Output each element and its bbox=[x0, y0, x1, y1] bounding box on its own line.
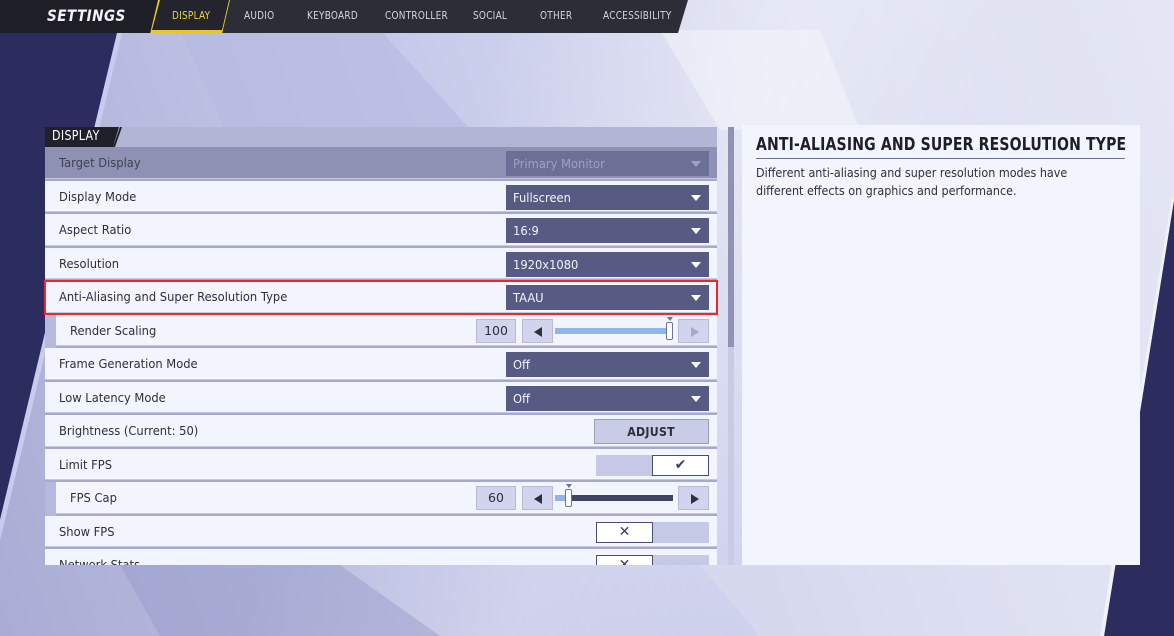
slider-fill bbox=[555, 327, 673, 334]
chevron-down-icon bbox=[691, 161, 701, 167]
render-scaling-decrease-button[interactable] bbox=[522, 318, 553, 343]
setting-label: Display Mode bbox=[59, 188, 137, 204]
tab-keyboard[interactable]: KEYBOARD bbox=[307, 0, 358, 33]
setting-row-display-mode: Display Mode Fullscreen bbox=[45, 180, 717, 212]
arrow-left-icon bbox=[534, 494, 542, 504]
setting-row-limit-fps: Limit FPS ✔ bbox=[45, 448, 717, 480]
setting-label: Aspect Ratio bbox=[59, 222, 132, 237]
show-fps-toggle[interactable]: ✕ bbox=[596, 521, 709, 543]
dropdown-value: Fullscreen bbox=[513, 189, 571, 205]
tab-accessibility[interactable]: ACCESSIBILITY bbox=[603, 0, 672, 33]
dropdown-value: Primary Monitor bbox=[513, 156, 605, 171]
setting-label: Show FPS bbox=[59, 523, 115, 539]
setting-row-low-latency: Low Latency Mode Off bbox=[45, 381, 717, 413]
setting-row-fps-cap: FPS Cap 60 bbox=[56, 482, 717, 514]
arrow-right-icon bbox=[691, 494, 699, 504]
frame-generation-dropdown[interactable]: Off bbox=[506, 352, 709, 377]
target-display-dropdown[interactable]: Primary Monitor bbox=[506, 151, 709, 176]
setting-label: Render Scaling bbox=[70, 322, 157, 338]
fps-cap-value: 60 bbox=[476, 486, 516, 510]
fps-cap-decrease-button[interactable] bbox=[522, 486, 553, 510]
setting-row-target-display: Target Display Primary Monitor bbox=[45, 147, 717, 179]
limit-fps-toggle[interactable]: ✔ bbox=[596, 454, 709, 476]
chevron-down-icon bbox=[691, 261, 701, 268]
setting-row-show-fps: Show FPS ✕ bbox=[45, 515, 717, 547]
slider-handle[interactable] bbox=[666, 316, 673, 340]
chevron-down-icon bbox=[691, 362, 701, 368]
description-panel: ANTI-ALIASING AND SUPER RESOLUTION TYPE … bbox=[742, 125, 1140, 565]
dropdown-value: 1920x1080 bbox=[513, 256, 579, 272]
render-scaling-value: 100 bbox=[476, 318, 516, 343]
display-mode-dropdown[interactable]: Fullscreen bbox=[506, 184, 709, 210]
x-icon: ✕ bbox=[596, 555, 653, 565]
setting-label: Target Display bbox=[59, 155, 141, 170]
tab-audio[interactable]: AUDIO bbox=[244, 0, 274, 33]
chevron-down-icon bbox=[691, 228, 701, 234]
tab-controller[interactable]: CONTROLLER bbox=[385, 0, 448, 33]
setting-row-frame-generation: Frame Generation Mode Off bbox=[45, 348, 717, 380]
setting-row-aspect-ratio: Aspect Ratio 16:9 bbox=[45, 214, 717, 246]
tab-other[interactable]: OTHER bbox=[540, 0, 572, 33]
setting-row-render-scaling: Render Scaling 100 bbox=[56, 314, 717, 346]
checkmark-icon: ✔ bbox=[652, 454, 709, 476]
low-latency-dropdown[interactable]: Off bbox=[506, 385, 709, 411]
divider bbox=[756, 158, 1125, 159]
setting-row-brightness: Brightness (Current: 50) ADJUST bbox=[45, 415, 717, 447]
tab-social[interactable]: SOCIAL bbox=[473, 0, 507, 33]
setting-row-resolution: Resolution 1920x1080 bbox=[45, 247, 717, 279]
setting-label: Brightness (Current: 50) bbox=[59, 423, 199, 438]
setting-row-anti-aliasing: Anti-Aliasing and Super Resolution Type … bbox=[45, 281, 717, 313]
scrollbar-thumb[interactable] bbox=[728, 127, 734, 347]
setting-label: Frame Generation Mode bbox=[59, 356, 198, 371]
x-icon: ✕ bbox=[596, 521, 653, 543]
render-scaling-slider[interactable] bbox=[555, 316, 673, 340]
description-title: ANTI-ALIASING AND SUPER RESOLUTION TYPE bbox=[756, 134, 1127, 155]
dropdown-value: Off bbox=[513, 390, 530, 406]
dropdown-value: TAAU bbox=[513, 290, 544, 305]
fps-cap-increase-button[interactable] bbox=[678, 486, 709, 510]
render-scaling-increase-button[interactable] bbox=[678, 318, 709, 343]
section-title: DISPLAY bbox=[52, 129, 100, 144]
chevron-down-icon bbox=[691, 395, 701, 402]
setting-label: Anti-Aliasing and Super Resolution Type bbox=[59, 289, 288, 304]
dropdown-value: Off bbox=[513, 357, 530, 372]
aspect-ratio-dropdown[interactable]: 16:9 bbox=[506, 218, 709, 243]
dropdown-value: 16:9 bbox=[513, 223, 539, 238]
network-stats-toggle[interactable]: ✕ bbox=[596, 555, 709, 565]
chevron-down-icon bbox=[691, 194, 701, 201]
description-text: Different anti-aliasing and super resolu… bbox=[756, 166, 1068, 198]
anti-aliasing-dropdown[interactable]: TAAU bbox=[506, 285, 709, 310]
setting-label: Limit FPS bbox=[59, 456, 113, 472]
setting-label: Low Latency Mode bbox=[59, 389, 166, 405]
app-title: SETTINGS bbox=[47, 6, 126, 25]
setting-label: Network Stats bbox=[59, 557, 141, 565]
fps-cap-slider[interactable] bbox=[555, 484, 673, 507]
chevron-down-icon bbox=[691, 295, 701, 301]
brightness-adjust-button[interactable]: ADJUST bbox=[594, 419, 709, 444]
setting-row-network-stats: Network Stats ✕ bbox=[45, 549, 717, 565]
setting-label: Resolution bbox=[59, 255, 120, 271]
arrow-left-icon bbox=[534, 326, 542, 337]
arrow-right-icon bbox=[691, 326, 699, 337]
setting-label: FPS Cap bbox=[70, 490, 117, 505]
settings-list: Target Display Primary Monitor Display M… bbox=[45, 147, 717, 565]
section-header bbox=[45, 127, 717, 147]
resolution-dropdown[interactable]: 1920x1080 bbox=[506, 251, 709, 277]
tab-display[interactable]: DISPLAY bbox=[172, 0, 210, 33]
slider-handle[interactable] bbox=[565, 484, 572, 507]
